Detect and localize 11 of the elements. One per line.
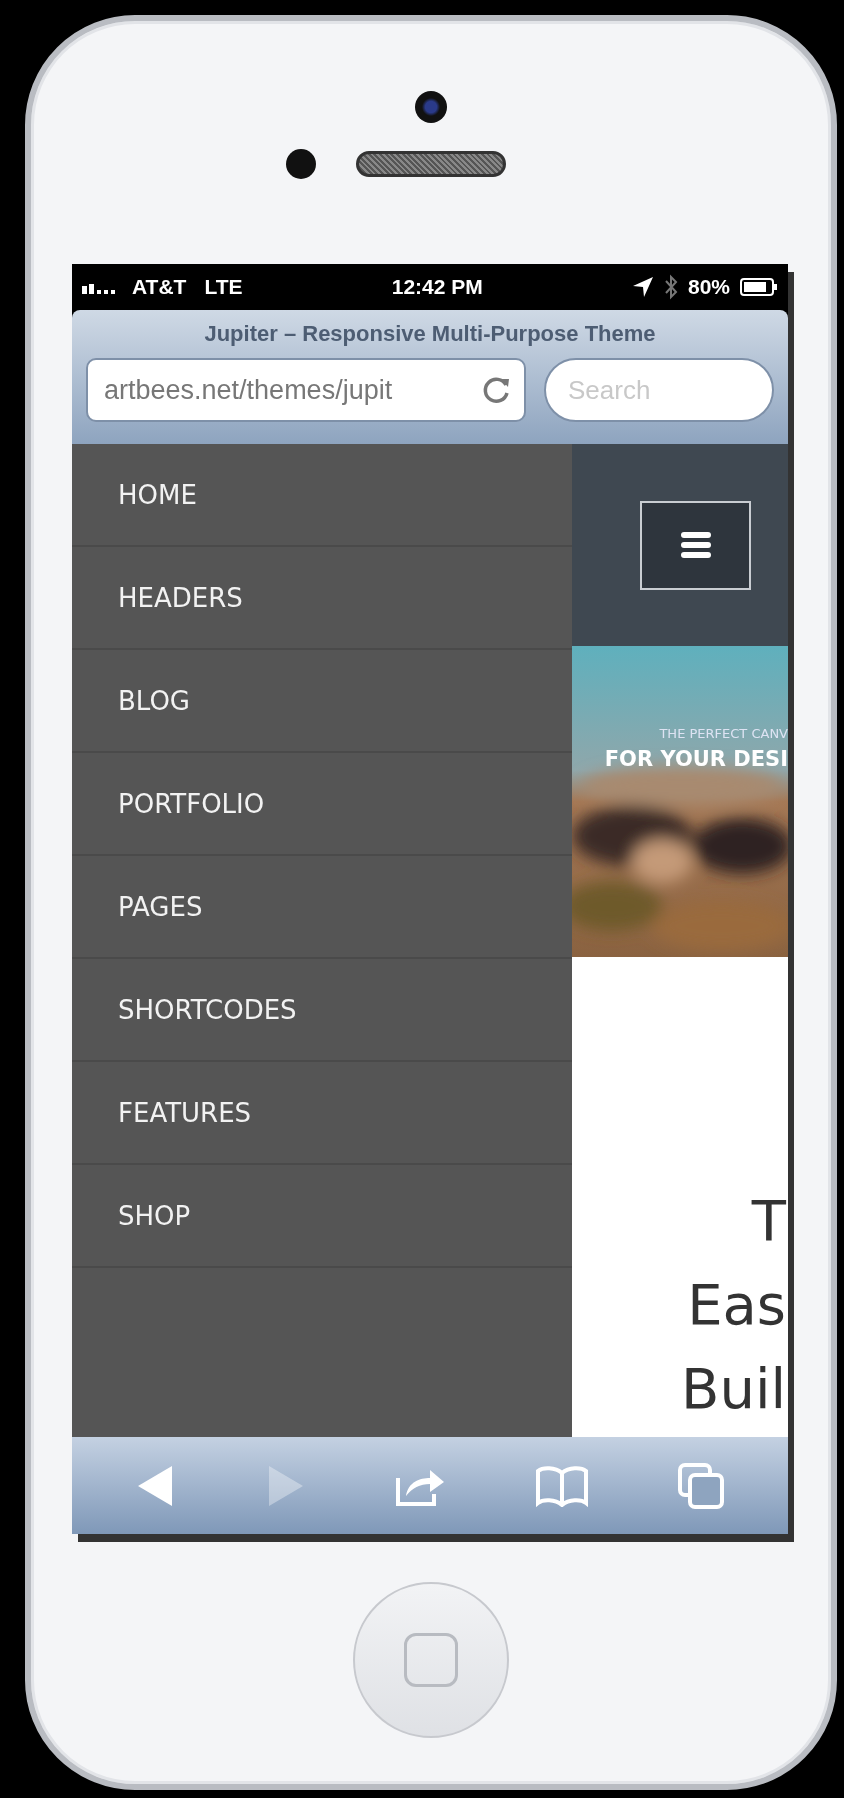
clock-time: 12:42 PM	[391, 275, 483, 299]
page-heading: T	[751, 1187, 786, 1255]
battery-percent: 80%	[687, 275, 730, 299]
address-field[interactable]: artbees.net/themes/jupit	[86, 358, 526, 422]
page-heading: Buil	[680, 1355, 786, 1423]
page-heading: Eas	[687, 1271, 786, 1339]
hero-tagline: THE PERFECT CANV	[659, 726, 788, 741]
carrier-name: AT&T	[132, 275, 187, 299]
page-title: Jupiter – Responsive Multi-Purpose Theme	[204, 320, 656, 348]
hero-headline: FOR YOUR DESI	[604, 747, 788, 771]
network-type: LTE	[204, 275, 243, 299]
